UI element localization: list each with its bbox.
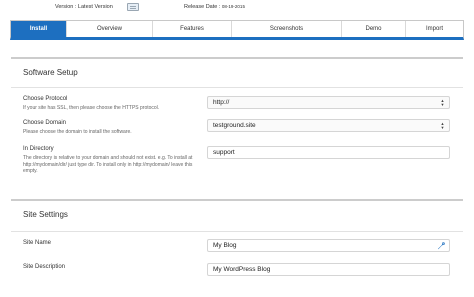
release-label: Release Date :	[184, 4, 221, 10]
divider	[11, 87, 463, 88]
tab-features-label: Features	[180, 26, 204, 32]
tab-demo[interactable]: Demo	[342, 21, 406, 37]
tab-install[interactable]: Install	[11, 21, 67, 37]
tab-overview-label: Overview	[96, 26, 122, 32]
directory-hint: The directory is relative to your domain…	[23, 155, 193, 174]
directory-value: support	[213, 149, 235, 156]
select-arrows-icon: ▲ ▼	[440, 121, 445, 130]
domain-select[interactable]: testground.site ▲ ▼	[207, 119, 450, 132]
site-name-input[interactable]: My Blog	[207, 239, 450, 252]
protocol-label: Choose Protocol	[23, 96, 68, 102]
tab-overview[interactable]: Overview	[67, 21, 153, 37]
directory-label: In Directory	[23, 146, 54, 152]
changelog-icon[interactable]	[127, 3, 139, 11]
domain-value: testground.site	[213, 122, 256, 129]
tab-bar: Install Overview Features Screenshots De…	[10, 20, 464, 40]
tab-import-label: Import	[425, 26, 443, 32]
protocol-value: http://	[213, 99, 230, 106]
wrench-icon[interactable]	[437, 242, 445, 250]
site-description-value: My WordPress Blog	[213, 266, 271, 273]
protocol-select[interactable]: http:// ▲ ▼	[207, 96, 450, 109]
tab-install-label: Install	[29, 26, 48, 32]
tab-demo-label: Demo	[365, 26, 382, 32]
domain-hint: Please choose the domain to install the …	[23, 129, 132, 135]
divider	[11, 231, 463, 232]
tab-import[interactable]: Import	[406, 21, 463, 37]
site-name-label: Site Name	[23, 240, 52, 246]
tab-screenshots-label: Screenshots	[269, 26, 304, 32]
version-label: Version : Latest Version	[55, 4, 113, 10]
site-name-value: My Blog	[213, 242, 237, 249]
release-info: Release Date : 08-19-2015	[184, 4, 245, 10]
site-description-input[interactable]: My WordPress Blog	[207, 263, 450, 276]
protocol-hint: If your site has SSL, then please choose…	[23, 105, 160, 111]
directory-input[interactable]: support	[207, 146, 450, 159]
release-date: 08-19-2015	[221, 4, 245, 9]
version-bar: Version : Latest Version Release Date : …	[0, 0, 474, 20]
tab-features[interactable]: Features	[153, 21, 232, 37]
select-arrows-icon: ▲ ▼	[440, 98, 445, 107]
site-description-label: Site Description	[23, 264, 66, 270]
domain-label: Choose Domain	[23, 120, 67, 126]
tab-screenshots[interactable]: Screenshots	[232, 21, 342, 37]
software-setup-title: Software Setup	[23, 68, 78, 77]
site-settings-title: Site Settings	[23, 210, 68, 219]
